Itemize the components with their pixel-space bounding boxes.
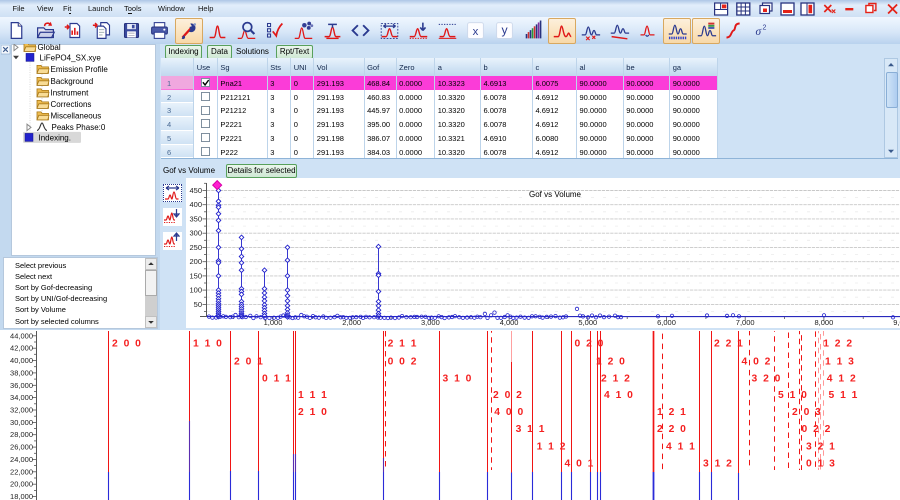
svg-text:50: 50 bbox=[194, 300, 202, 309]
svg-text:3 1 0: 3 1 0 bbox=[443, 373, 473, 384]
svg-text:2 0 3: 2 0 3 bbox=[792, 407, 822, 418]
svg-text:1 2 0: 1 2 0 bbox=[596, 356, 626, 367]
svg-text:x: x bbox=[472, 26, 478, 38]
svg-text:28,000: 28,000 bbox=[10, 430, 33, 439]
svg-text:4 1 2: 4 1 2 bbox=[827, 373, 857, 384]
svg-text:350: 350 bbox=[189, 214, 202, 223]
svg-text:Instrument: Instrument bbox=[51, 88, 90, 97]
svg-text:3 2 0: 3 2 0 bbox=[752, 373, 782, 384]
svg-text:44,000: 44,000 bbox=[10, 331, 33, 340]
svg-text:100: 100 bbox=[189, 286, 202, 295]
svg-text:1 1 2: 1 1 2 bbox=[537, 441, 567, 452]
svg-text:1 2 2: 1 2 2 bbox=[823, 339, 853, 350]
svg-text:4 0 0: 4 0 0 bbox=[494, 407, 524, 418]
svg-text:5 1 1: 5 1 1 bbox=[829, 390, 859, 401]
svg-text:5 1 0: 5 1 0 bbox=[778, 390, 808, 401]
svg-text:Peaks Phase:0: Peaks Phase:0 bbox=[52, 123, 106, 132]
svg-text:7,000: 7,000 bbox=[736, 318, 755, 327]
svg-text:0 2 2: 0 2 2 bbox=[802, 424, 832, 435]
svg-text:38,000: 38,000 bbox=[10, 368, 33, 377]
svg-text:1 2 1: 1 2 1 bbox=[657, 407, 687, 418]
svg-text:4 0 1: 4 0 1 bbox=[565, 458, 595, 469]
svg-text:1 1 1: 1 1 1 bbox=[298, 390, 328, 401]
svg-text:3 1 2: 3 1 2 bbox=[703, 458, 733, 469]
svg-text:0 1 3: 0 1 3 bbox=[806, 458, 836, 469]
svg-text:Corrections: Corrections bbox=[51, 100, 92, 109]
svg-text:200: 200 bbox=[189, 257, 202, 266]
svg-text:400: 400 bbox=[189, 200, 202, 209]
svg-text:0 1 1: 0 1 1 bbox=[262, 373, 292, 384]
svg-text:Background: Background bbox=[51, 77, 94, 86]
svg-text:32,000: 32,000 bbox=[10, 406, 33, 415]
svg-text:9,000: 9,000 bbox=[893, 318, 900, 327]
svg-text:150: 150 bbox=[189, 271, 202, 280]
svg-text:Gof vs Volume: Gof vs Volume bbox=[529, 190, 582, 199]
svg-text:24,000: 24,000 bbox=[10, 455, 33, 464]
svg-text:300: 300 bbox=[189, 229, 202, 238]
svg-text:Indexing.: Indexing. bbox=[39, 133, 71, 142]
svg-text:2 1 1: 2 1 1 bbox=[388, 339, 418, 350]
svg-text:0 2 0: 0 2 0 bbox=[575, 339, 605, 350]
svg-text:20,000: 20,000 bbox=[10, 480, 33, 489]
svg-text:2 1 2: 2 1 2 bbox=[601, 373, 631, 384]
svg-text:6,000: 6,000 bbox=[657, 318, 676, 327]
svg-text:LiFePO4_SX.xye: LiFePO4_SX.xye bbox=[40, 53, 102, 62]
svg-text:3 1 1: 3 1 1 bbox=[516, 424, 546, 435]
svg-text:42,000: 42,000 bbox=[10, 344, 33, 353]
svg-text:3 2 1: 3 2 1 bbox=[806, 441, 836, 452]
svg-text:Global: Global bbox=[38, 44, 61, 52]
svg-text:Emission Profile: Emission Profile bbox=[51, 65, 109, 74]
svg-text:2: 2 bbox=[762, 25, 766, 32]
svg-text:1 1 0: 1 1 0 bbox=[193, 339, 223, 350]
svg-text:34,000: 34,000 bbox=[10, 393, 33, 402]
svg-text:2 0 0: 2 0 0 bbox=[112, 339, 142, 350]
svg-text:0 0 2: 0 0 2 bbox=[388, 356, 418, 367]
svg-text:Miscellaneous: Miscellaneous bbox=[51, 111, 102, 120]
svg-text:4 1 0: 4 1 0 bbox=[604, 390, 634, 401]
svg-text:18,000: 18,000 bbox=[10, 492, 33, 500]
svg-text:σ: σ bbox=[755, 26, 761, 38]
svg-text:250: 250 bbox=[189, 243, 202, 252]
svg-text:2 2 0: 2 2 0 bbox=[657, 424, 687, 435]
svg-text:450: 450 bbox=[189, 186, 202, 195]
svg-text:1 1 3: 1 1 3 bbox=[825, 356, 855, 367]
svg-text:8,000: 8,000 bbox=[815, 318, 834, 327]
svg-text:2 2 1: 2 2 1 bbox=[714, 339, 744, 350]
svg-text:26,000: 26,000 bbox=[10, 443, 33, 452]
svg-text:2 1 0: 2 1 0 bbox=[298, 407, 328, 418]
svg-text:22,000: 22,000 bbox=[10, 467, 33, 476]
svg-text:30,000: 30,000 bbox=[10, 418, 33, 427]
svg-text:4 1 1: 4 1 1 bbox=[666, 441, 696, 452]
svg-text:2 0 1: 2 0 1 bbox=[234, 356, 264, 367]
svg-text:4 0 2: 4 0 2 bbox=[742, 356, 772, 367]
svg-text:36,000: 36,000 bbox=[10, 381, 33, 390]
svg-text:40,000: 40,000 bbox=[10, 356, 33, 365]
svg-text:2 0 2: 2 0 2 bbox=[493, 390, 523, 401]
svg-text:y: y bbox=[501, 23, 508, 37]
